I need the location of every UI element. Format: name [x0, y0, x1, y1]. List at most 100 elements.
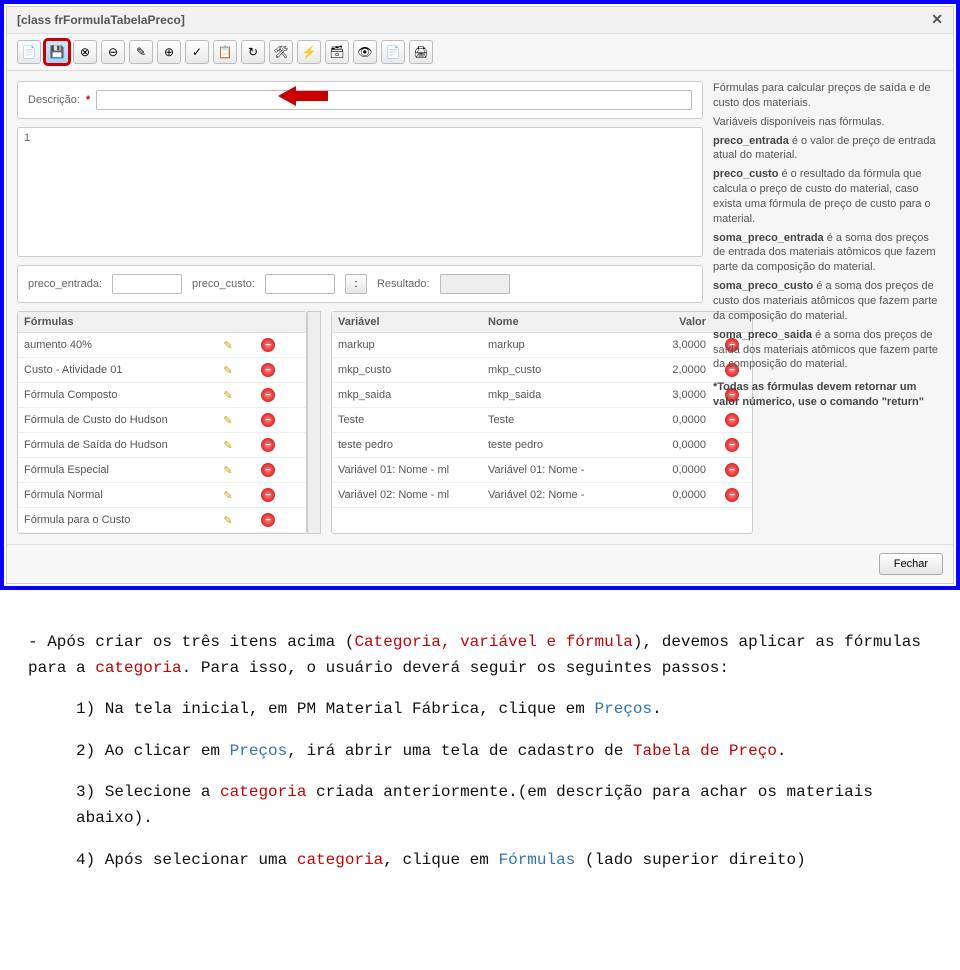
help-text: preco_custo é o resultado da fórmula que…: [713, 167, 943, 226]
instructions-intro: - Após criar os três itens acima (Catego…: [28, 630, 932, 681]
formula-name: Fórmula para o Custo: [18, 510, 208, 530]
descricao-input[interactable]: [96, 90, 692, 110]
table-row[interactable]: Fórmula de Saída do Hudson✎−: [18, 433, 306, 458]
editor-line-number: 1: [24, 132, 30, 144]
table-row[interactable]: TesteTeste0,0000−: [332, 408, 752, 433]
var-nome: markup: [482, 335, 632, 355]
var-nome: Variável 02: Nome -: [482, 485, 632, 505]
var-valor: 0,0000: [632, 485, 712, 505]
descricao-label: Descrição:: [28, 94, 80, 106]
var-name: mkp_saida: [332, 385, 482, 405]
table-row[interactable]: Fórmula de Custo do Hudson ✎ −: [18, 408, 306, 433]
edit-icon[interactable]: ✎: [220, 387, 236, 403]
edit-icon[interactable]: ✎: [220, 437, 236, 453]
delete-icon[interactable]: −: [261, 488, 275, 502]
table-row[interactable]: teste pedroteste pedro0,0000−: [332, 433, 752, 458]
delete-icon[interactable]: −: [261, 463, 275, 477]
edit-icon[interactable]: ✎: [220, 362, 236, 378]
delete-icon[interactable]: −: [261, 438, 275, 452]
var-valor: 3,0000: [632, 335, 712, 355]
toolbar-add-icon[interactable]: ⊕: [157, 40, 181, 64]
toolbar-edit-icon[interactable]: ✎: [129, 40, 153, 64]
var-nome: mkp_saida: [482, 385, 632, 405]
title-bar: [class frFormulaTabelaPreco] ✕: [7, 7, 953, 34]
vars-header-valor: Valor: [632, 312, 712, 332]
toolbar-view-icon[interactable]: 👁: [353, 40, 377, 64]
toolbar-confirm-icon[interactable]: ✓: [185, 40, 209, 64]
table-row[interactable]: Fórmula Normal✎−: [18, 483, 306, 508]
var-nome: Variável 01: Nome -: [482, 460, 632, 480]
toolbar-print-icon[interactable]: 🖨: [409, 40, 433, 64]
var-nome: teste pedro: [482, 435, 632, 455]
resultado-label: Resultado:: [377, 278, 430, 290]
instructions-section: - Após criar os três itens acima (Catego…: [0, 590, 960, 909]
toolbar-remove-icon[interactable]: ⊖: [101, 40, 125, 64]
var-nome: Teste: [482, 410, 632, 430]
var-valor: 0,0000: [632, 410, 712, 430]
close-icon[interactable]: ✕: [931, 11, 943, 28]
table-row[interactable]: mkp_customkp_custo2,0000−: [332, 358, 752, 383]
toolbar-run-icon[interactable]: ⚡: [297, 40, 321, 64]
formula-name: Custo - Atividade 01: [18, 360, 208, 380]
close-button[interactable]: Fechar: [879, 553, 943, 575]
table-row[interactable]: markupmarkup3,0000−: [332, 333, 752, 358]
edit-icon[interactable]: ✎: [220, 487, 236, 503]
calc-panel: preco_entrada: preco_custo: : Resultado:: [17, 265, 703, 303]
formulas-table: Fórmulas aumento 40%✎−Custo - Atividade …: [17, 311, 307, 534]
preco-entrada-input[interactable]: [112, 274, 182, 294]
delete-icon[interactable]: −: [261, 413, 275, 427]
vars-header-var: Variável: [332, 312, 482, 332]
toolbar-copy-icon[interactable]: 📋: [213, 40, 237, 64]
help-panel: Fórmulas para calcular preços de saída e…: [713, 81, 943, 534]
var-nome: mkp_custo: [482, 360, 632, 380]
var-valor: 2,0000: [632, 360, 712, 380]
table-row[interactable]: Fórmula para o Custo ✎ −: [18, 508, 306, 533]
var-name: markup: [332, 335, 482, 355]
scrollbar[interactable]: [307, 311, 321, 534]
table-row[interactable]: Custo - Atividade 01 ✎ −: [18, 358, 306, 383]
delete-icon[interactable]: −: [261, 513, 275, 527]
preco-custo-input[interactable]: [265, 274, 335, 294]
instructions-step-1: 1) Na tela inicial, em PM Material Fábri…: [28, 697, 932, 723]
edit-icon[interactable]: ✎: [220, 462, 236, 478]
var-valor: 3,0000: [632, 385, 712, 405]
table-row[interactable]: Variável 01: Nome - mlVariável 01: Nome …: [332, 458, 752, 483]
var-name: mkp_custo: [332, 360, 482, 380]
toolbar-tools-icon[interactable]: 🛠: [269, 40, 293, 64]
vars-header-nome: Nome: [482, 312, 632, 332]
toolbar-save-icon[interactable]: 💾: [45, 40, 69, 64]
screenshot-container: [class frFormulaTabelaPreco] ✕ 📄 💾 ⊗ ⊖ ✎…: [0, 0, 960, 590]
help-text: preco_entrada é o valor de preço de entr…: [713, 134, 943, 164]
instructions-step-3: 3) Selecione a categoria criada anterior…: [28, 780, 932, 831]
table-row[interactable]: mkp_saidamkp_saida3,0000−: [332, 383, 752, 408]
table-row[interactable]: Fórmula Composto✎−: [18, 383, 306, 408]
edit-icon[interactable]: ✎: [220, 412, 236, 428]
table-row[interactable]: Fórmula Especial✎−: [18, 458, 306, 483]
var-name: Variável 02: Nome - ml: [332, 485, 482, 505]
delete-icon[interactable]: −: [261, 338, 275, 352]
var-valor: 0,0000: [632, 435, 712, 455]
edit-icon[interactable]: ✎: [220, 337, 236, 353]
help-text: *Todas as fórmulas devem retornar um val…: [713, 380, 943, 410]
edit-icon[interactable]: ✎: [220, 512, 236, 528]
variables-table: Variável Nome Valor markupmarkup3,0000−m…: [331, 311, 753, 534]
code-editor-panel[interactable]: 1: [17, 127, 703, 257]
help-text: soma_preco_entrada é a soma dos preços d…: [713, 231, 943, 276]
toolbar-new-icon[interactable]: 📄: [17, 40, 41, 64]
var-name: Variável 01: Nome - ml: [332, 460, 482, 480]
calc-run-button[interactable]: :: [345, 274, 367, 294]
toolbar-cancel-icon[interactable]: ⊗: [73, 40, 97, 64]
help-text: soma_preco_custo é a soma dos preços de …: [713, 279, 943, 324]
toolbar-export-icon[interactable]: 📄: [381, 40, 405, 64]
footer-bar: Fechar: [7, 544, 953, 583]
help-text: Variáveis disponíveis nas fórmulas.: [713, 115, 943, 130]
formulas-header: Fórmulas: [18, 312, 208, 332]
table-row[interactable]: aumento 40%✎−: [18, 333, 306, 358]
instructions-step-4: 4) Após selecionar uma categoria, clique…: [28, 848, 932, 874]
table-row[interactable]: Variável 02: Nome - mlVariável 02: Nome …: [332, 483, 752, 508]
formula-name: Fórmula de Custo do Hudson: [18, 410, 208, 430]
toolbar-refresh-icon[interactable]: ↻: [241, 40, 265, 64]
delete-icon[interactable]: −: [261, 363, 275, 377]
delete-icon[interactable]: −: [261, 388, 275, 402]
toolbar-archive-icon[interactable]: 🗃: [325, 40, 349, 64]
